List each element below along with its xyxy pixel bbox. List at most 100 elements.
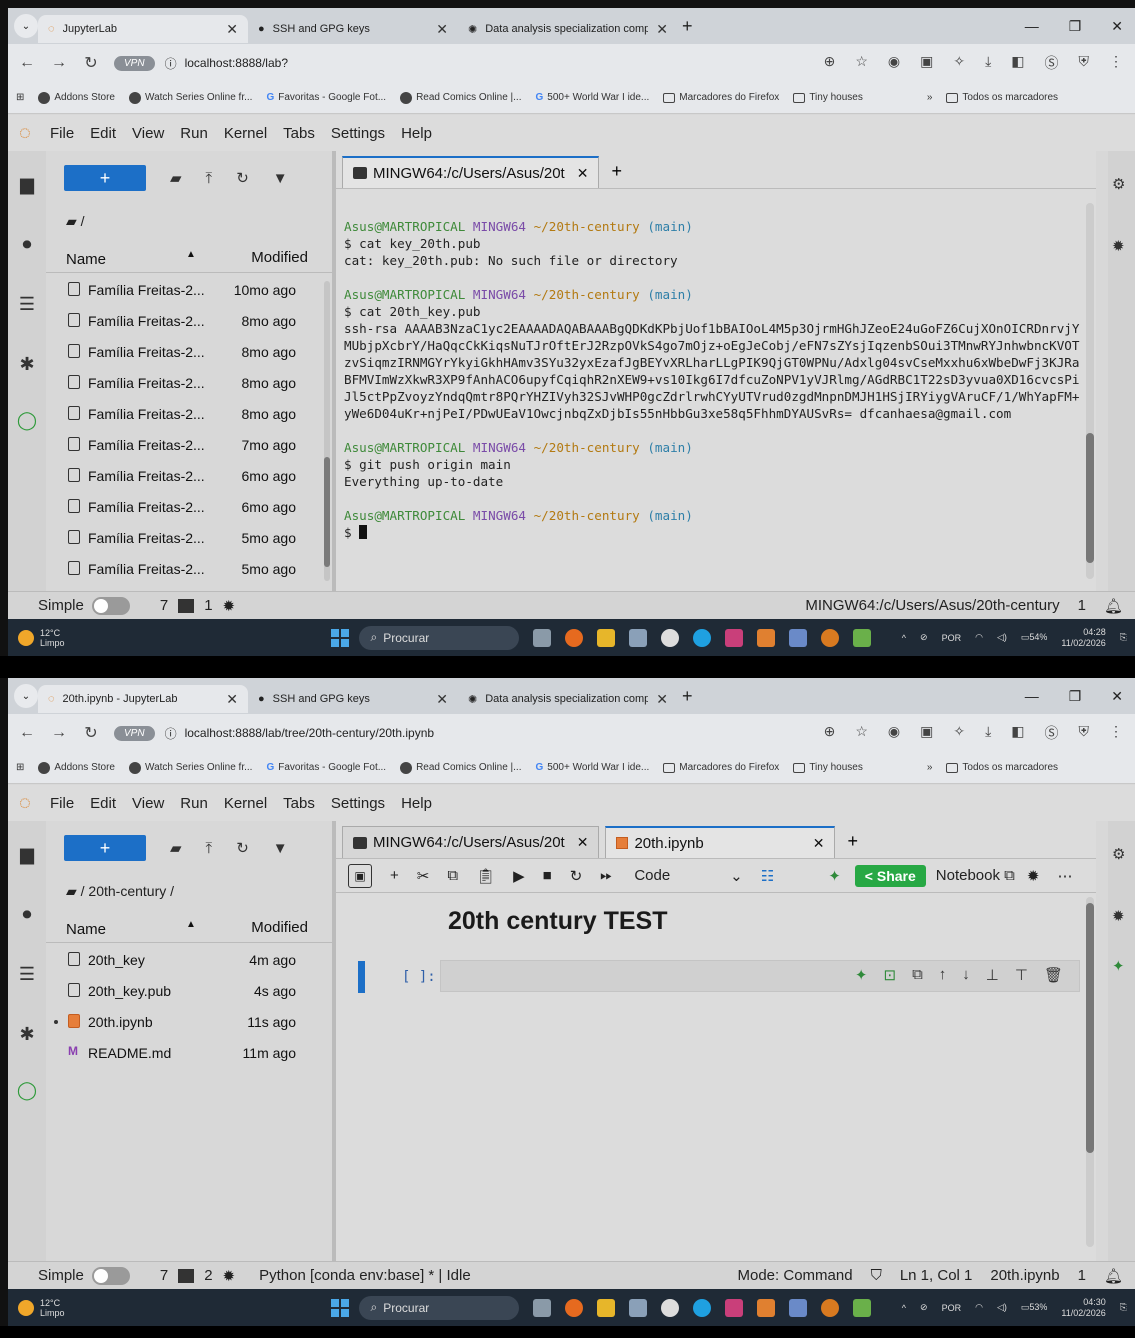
new-folder-icon[interactable]: ▰ [170, 839, 182, 857]
bookmark-item[interactable]: G Favoritas - Google Fot... [266, 92, 386, 103]
file-row[interactable]: Família Freitas-2... 6mo ago [46, 461, 326, 492]
puzzle-icon[interactable]: ✧ [953, 53, 965, 73]
delete-cell-icon[interactable]: 🗑︎ [1044, 966, 1063, 984]
file-row[interactable]: Família Freitas-2... 8mo ago [46, 368, 326, 399]
star-icon[interactable]: ☆ [855, 723, 868, 743]
stop-icon[interactable]: ■ [543, 867, 552, 884]
windows-start-icon[interactable] [330, 1298, 349, 1317]
media-icon[interactable]: ▣ [920, 723, 933, 743]
running-icon[interactable]: ⏺ [16, 903, 38, 925]
column-modified[interactable]: Modified [251, 249, 308, 266]
back-icon[interactable]: ← [14, 54, 40, 72]
toc-icon[interactable]: ☰ [16, 963, 38, 985]
app-icon[interactable] [788, 1298, 807, 1317]
app-icon[interactable] [724, 628, 743, 647]
column-name[interactable]: Name [66, 921, 106, 938]
chevron-up-icon[interactable]: ^ [902, 1303, 906, 1313]
toc-toolbar-icon[interactable]: ☷ [761, 867, 774, 885]
bookmark-folder-all[interactable]: Todos os marcadores [946, 92, 1058, 103]
file-row[interactable]: Família Freitas-2... 7mo ago [46, 430, 326, 461]
vpn-badge[interactable]: VPN [114, 55, 155, 71]
ai-sparkle-icon[interactable]: ✦ [828, 867, 841, 885]
menu-settings[interactable]: Settings [323, 125, 393, 142]
menu-tabs[interactable]: Tabs [275, 125, 323, 142]
more-options-icon[interactable]: ⋯ [1057, 867, 1072, 885]
folder-icon[interactable]: ▆ [16, 173, 38, 195]
tab-list-button[interactable]: ⌄ [14, 14, 38, 38]
more-bookmarks-icon[interactable]: » [927, 92, 933, 103]
column-modified[interactable]: Modified [251, 919, 308, 936]
share-button[interactable]: < Share [854, 864, 926, 887]
property-inspector-icon[interactable]: ⚙ [1112, 845, 1125, 863]
download-icon[interactable]: ⤓ [985, 723, 991, 743]
weather-widget[interactable]: 12°C Limpo [18, 1298, 65, 1318]
file-row[interactable]: Família Freitas-2... 5mo ago [46, 523, 326, 554]
move-up-icon[interactable]: ↑ [939, 966, 947, 984]
restore-icon[interactable]: ❐ [1069, 18, 1082, 35]
url-text[interactable]: localhost:8888/lab/tree/20th-century/20t… [185, 726, 435, 740]
app-icon[interactable] [660, 1298, 679, 1317]
sidebar-icon[interactable]: ◧ [1011, 53, 1024, 73]
profile-icon[interactable]: Ⓢ [1045, 723, 1059, 743]
file-row[interactable]: M README.md 11m ago [46, 1038, 326, 1069]
browser-tab-data-analysis[interactable]: ✺ Data analysis specialization compa ✕ [458, 15, 678, 43]
notification-center-icon[interactable]: ⎘ [1120, 632, 1127, 643]
bookmark-item[interactable]: Watch Series Online fr... [129, 761, 252, 774]
chevron-up-icon[interactable]: ^ [902, 633, 906, 643]
upload-icon[interactable]: ⤒ [206, 840, 213, 857]
app-icon[interactable] [660, 628, 679, 647]
menu-help[interactable]: Help [393, 125, 440, 142]
extensions-icon[interactable]: ✱ [16, 1023, 38, 1045]
vpn-badge[interactable]: VPN [114, 725, 155, 741]
move-down-icon[interactable]: ↓ [962, 966, 970, 984]
restore-icon[interactable]: ❐ [1069, 688, 1082, 705]
extensions-icon[interactable]: ✱ [16, 353, 38, 375]
new-document-tab-button[interactable]: + [847, 831, 858, 852]
mute-icon[interactable]: ⊘ [920, 1302, 928, 1313]
app-icon[interactable] [628, 628, 647, 647]
notebook-view-button[interactable]: Notebook ⧉ [936, 867, 1015, 884]
kernel-debug-icon[interactable]: ✹ [1027, 867, 1040, 885]
filter-icon[interactable]: ▼ [273, 840, 288, 857]
forward-icon[interactable]: → [46, 724, 72, 742]
apps-icon[interactable]: ⊞ [16, 92, 24, 103]
file-row[interactable]: Família Freitas-2... 8mo ago [46, 337, 326, 368]
cut-icon[interactable]: ✂ [417, 867, 430, 885]
copy-icon[interactable]: ⧉ [447, 867, 458, 884]
browser-tab-ssh[interactable]: ● SSH and GPG keys ✕ [248, 685, 458, 713]
bookmark-folder-all[interactable]: Todos os marcadores [946, 762, 1058, 773]
volume-icon[interactable]: ◁) [997, 1302, 1007, 1313]
more-icon[interactable]: ⋮ [1109, 723, 1123, 743]
bookmark-item[interactable]: G 500+ World War I ide... [535, 92, 649, 103]
breadcrumb[interactable]: ▰ / 20th-century / [66, 883, 174, 900]
tab-terminal[interactable]: MINGW64:/c/Users/Asus/20t ✕ [342, 156, 600, 188]
jupyter-app-icon[interactable] [820, 1298, 839, 1317]
cursor-position[interactable]: Ln 1, Col 1 [900, 1267, 973, 1284]
clock[interactable]: 04:28 11/02/2026 [1061, 627, 1105, 649]
shield-icon[interactable]: ⛨ [1079, 53, 1090, 73]
kernel-count[interactable]: 1 [204, 597, 212, 614]
close-tab-icon[interactable]: ✕ [436, 691, 448, 708]
edge-icon[interactable] [692, 1298, 711, 1317]
apps-icon[interactable]: ⊞ [16, 762, 24, 773]
debugger-icon[interactable]: ✹ [1112, 907, 1125, 925]
cell-type-select[interactable]: Code ⌄ [634, 867, 742, 885]
file-explorer-icon[interactable] [596, 1298, 615, 1317]
simple-mode-toggle[interactable] [91, 1266, 130, 1285]
download-icon[interactable]: ⤓ [985, 53, 991, 73]
ai-assistant-icon[interactable]: ✦ [1112, 957, 1125, 975]
firefox-icon[interactable] [564, 1298, 583, 1317]
notebook-scrollbar[interactable] [1086, 897, 1094, 1247]
windows-start-icon[interactable] [330, 628, 349, 647]
file-row[interactable]: Família Freitas-2... 6mo ago [46, 492, 326, 523]
menu-edit[interactable]: Edit [82, 125, 124, 142]
bookmark-folder[interactable]: Marcadores do Firefox [663, 92, 779, 103]
app-icon[interactable] [756, 628, 775, 647]
code-cell-input[interactable]: ✦ ⊡ ⧉ ↑ ↓ ⊥ ⊤ 🗑︎ [440, 960, 1080, 992]
kernel-status[interactable]: Python [conda env:base] * | Idle [259, 1267, 471, 1284]
file-row[interactable]: Família Freitas-2... 8mo ago [46, 399, 326, 430]
bookmark-item[interactable]: Addons Store [38, 761, 115, 774]
bookmark-item[interactable]: Read Comics Online |... [400, 761, 521, 774]
taskbar-search[interactable]: ⌕ Procurar [358, 625, 519, 650]
property-inspector-icon[interactable]: ⚙ [1112, 175, 1125, 193]
